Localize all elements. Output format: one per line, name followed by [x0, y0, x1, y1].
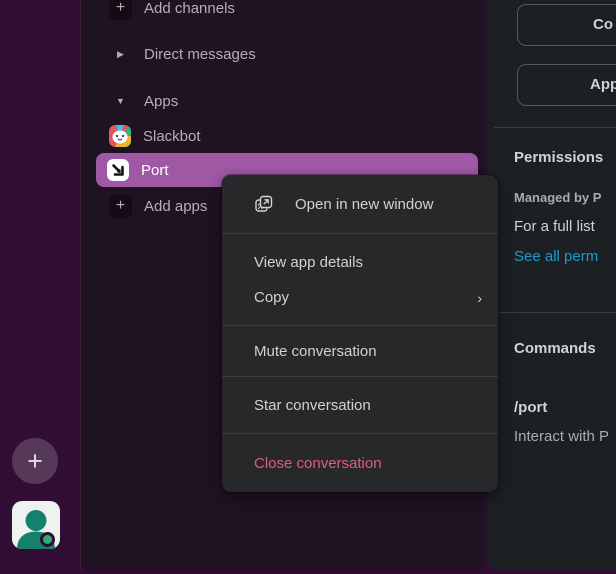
permissions-heading: Permissions [514, 149, 603, 166]
permissions-managed-by: Managed by P [514, 190, 601, 205]
menu-item-label: Star conversation [254, 397, 371, 414]
sidebar-item-label: Port [141, 162, 169, 179]
menu-item-label: Mute conversation [254, 343, 377, 360]
sidebar-section-apps[interactable]: ▼ Apps [81, 83, 485, 119]
menu-item-label: View app details [254, 254, 363, 271]
menu-item-open-in-new-window[interactable]: Open in new window [222, 186, 498, 222]
command-description: Interact with P [514, 428, 609, 445]
workspace-rail: + [0, 0, 80, 574]
create-new-button[interactable]: + [12, 438, 58, 484]
configure-button-label: Co [593, 16, 613, 33]
command-name: /port [514, 399, 547, 416]
plus-icon: + [109, 195, 132, 218]
new-window-icon [254, 194, 274, 214]
sidebar-item-slackbot[interactable]: Slackbot [81, 118, 485, 154]
panel-divider [494, 127, 616, 128]
plus-icon: + [109, 0, 132, 20]
menu-item-view-app-details[interactable]: View app details [222, 244, 498, 280]
sidebar-item-direct-messages[interactable]: ▶ Direct messages [81, 36, 485, 72]
panel-divider [494, 312, 616, 313]
sidebar-item-label: Direct messages [144, 46, 256, 63]
port-app-avatar-icon [107, 159, 129, 181]
configure-button[interactable]: Co [517, 4, 616, 46]
menu-item-mute-conversation[interactable]: Mute conversation [222, 333, 498, 369]
chevron-right-icon: ▶ [109, 43, 132, 66]
app-details-panel: Co App Permissions Managed by P For a fu… [488, 0, 616, 570]
slackbot-avatar-icon [109, 125, 131, 147]
permissions-full-list-text: For a full list [514, 218, 595, 235]
sidebar-section-label: Apps [144, 93, 178, 110]
app-details-button[interactable]: App [517, 64, 616, 106]
see-all-permissions-link[interactable]: See all perm [514, 248, 598, 265]
menu-item-close-conversation[interactable]: Close conversation [222, 445, 498, 481]
presence-active-icon [40, 532, 55, 547]
sidebar-item-label: Add apps [144, 198, 207, 215]
chevron-right-icon: › [477, 290, 482, 306]
menu-item-label: Close conversation [254, 455, 382, 472]
menu-item-copy[interactable]: Copy › [222, 280, 498, 315]
sidebar-item-add-channels[interactable]: + Add channels [81, 0, 485, 26]
menu-item-label: Copy [254, 289, 289, 306]
sidebar-item-label: Add channels [144, 0, 235, 17]
menu-item-star-conversation[interactable]: Star conversation [222, 387, 498, 423]
context-menu: Open in new window View app details Copy… [222, 175, 498, 492]
commands-heading: Commands [514, 340, 596, 357]
menu-item-label: Open in new window [295, 196, 433, 213]
plus-icon: + [27, 448, 43, 475]
chevron-down-icon: ▼ [109, 90, 132, 113]
sidebar-item-label: Slackbot [143, 128, 201, 145]
app-details-button-label: App [590, 76, 616, 93]
